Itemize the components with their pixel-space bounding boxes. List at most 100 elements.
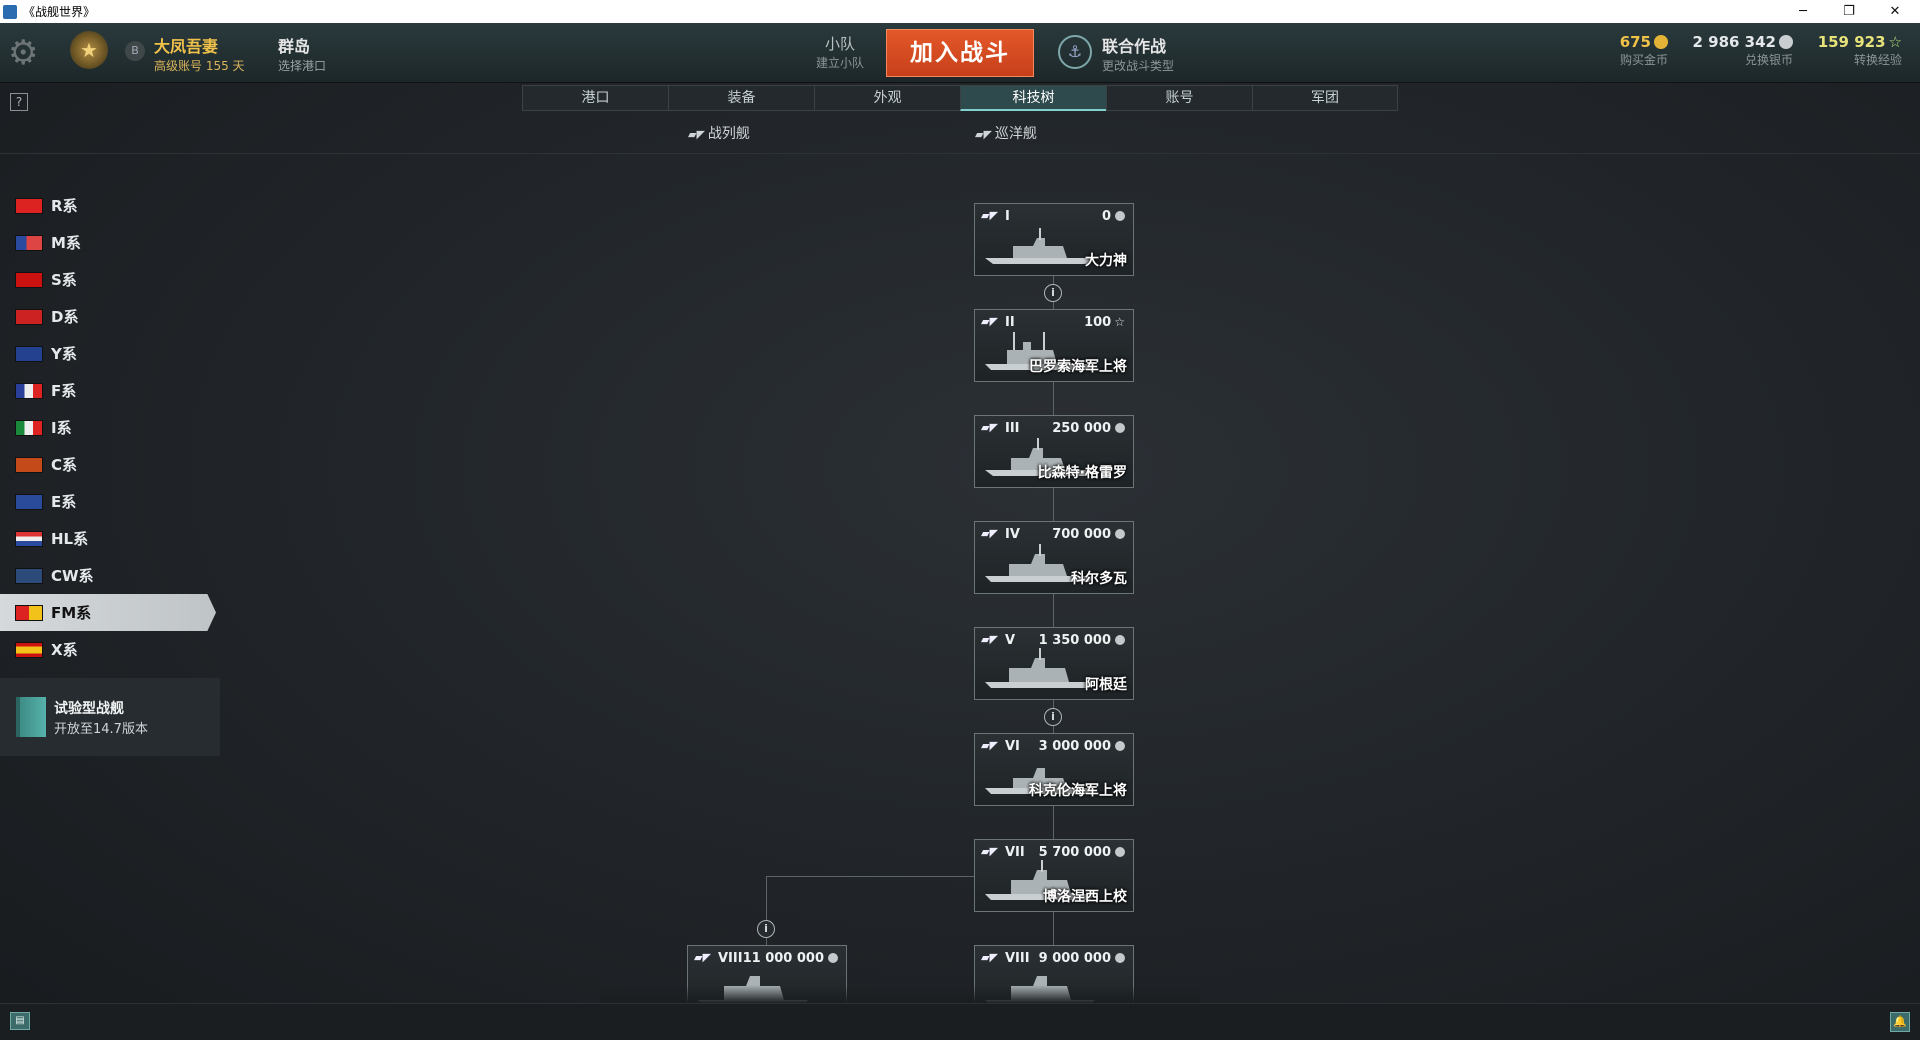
- ship-cost: 1 350 000: [1039, 633, 1125, 648]
- rank-emblem-icon[interactable]: ★: [70, 31, 108, 69]
- ship-tier: VI: [1005, 739, 1020, 754]
- nation-label: I系: [51, 419, 72, 437]
- nation-label: Y系: [51, 345, 77, 363]
- nation-e[interactable]: E系: [0, 483, 220, 520]
- chat-icon[interactable]: ▤: [10, 1012, 30, 1030]
- cruiser-class-icon: ▰◤: [981, 951, 998, 964]
- silver-currency[interactable]: 2 986 342 兑换银币: [1692, 33, 1793, 68]
- window-title: 《战舰世界》: [23, 5, 96, 19]
- tree-fade: [600, 985, 1200, 1003]
- nation-m[interactable]: M系: [0, 224, 220, 261]
- restore-icon[interactable]: ❐: [1826, 0, 1872, 23]
- tab-equipment[interactable]: 装备: [668, 85, 814, 111]
- cruiser-class-icon: ▰◤: [975, 128, 992, 141]
- squad-button[interactable]: 小队 建立小队: [800, 33, 880, 71]
- tab-clan[interactable]: 军团: [1252, 85, 1398, 111]
- nation-label: C系: [51, 456, 78, 474]
- nation-s[interactable]: S系: [0, 261, 220, 298]
- silver-coin-icon: [828, 953, 838, 963]
- settings-gear-icon[interactable]: ⚙: [8, 33, 48, 73]
- ship-tier: VIII: [1005, 951, 1030, 966]
- port-name: 群岛: [278, 37, 311, 56]
- nation-x[interactable]: X系: [0, 631, 220, 668]
- ship-card[interactable]: ▰◤ III 250 000 比森特·格雷罗: [974, 415, 1134, 488]
- nation-label: FM系: [51, 604, 92, 622]
- ship-name: 科克伦海军上将: [1029, 783, 1127, 799]
- spanish-flag-icon: [15, 641, 43, 658]
- premium-status: 高级账号 155 天: [154, 59, 245, 73]
- ship-cost: 100 ☆: [1084, 315, 1125, 330]
- ship-name: 阿根廷: [1085, 677, 1127, 693]
- info-icon[interactable]: i: [1044, 284, 1062, 302]
- nation-r[interactable]: R系: [0, 187, 220, 224]
- ship-name: 大力神: [1085, 253, 1127, 269]
- ship-card[interactable]: ▰◤ II 100 ☆ 巴罗索海军上将: [974, 309, 1134, 382]
- silver-coin-icon: [1115, 847, 1125, 857]
- game-header: ⚙ ★ B 大凤吾妻 高级账号 155 天 群岛 选择港口 小队 建立小队 加入…: [0, 23, 1920, 83]
- xp-label: 转换经验: [1853, 53, 1902, 67]
- tree-connector: [766, 876, 974, 877]
- gold-coin-icon: [1654, 35, 1668, 49]
- nation-label: R系: [51, 197, 78, 215]
- join-battle-button[interactable]: 加入战斗: [886, 29, 1034, 77]
- nation-hl[interactable]: HL系: [0, 520, 220, 557]
- squad-label: 小队: [824, 35, 855, 53]
- help-button[interactable]: ?: [10, 93, 28, 111]
- ship-card[interactable]: ▰◤ V 1 350 000 阿根廷: [974, 627, 1134, 700]
- ship-cost: 5 700 000: [1039, 845, 1125, 860]
- player-profile[interactable]: 大凤吾妻 高级账号 155 天: [154, 33, 245, 74]
- ship-name: 博洛涅西上校: [1043, 889, 1127, 905]
- port-selector[interactable]: 群岛 选择港口: [278, 33, 326, 74]
- ship-card[interactable]: ▰◤ VI 3 000 000 科克伦海军上将: [974, 733, 1134, 806]
- cost-value: 100: [1084, 315, 1112, 330]
- ship-tier: I: [1005, 209, 1010, 224]
- nation-label: CW系: [51, 567, 94, 585]
- nation-d[interactable]: D系: [0, 298, 220, 335]
- tab-exterior[interactable]: 外观: [814, 85, 960, 111]
- main-tabs: 港口 装备 外观 科技树 账号 军团: [522, 85, 1398, 111]
- cost-value: 250 000: [1052, 421, 1111, 436]
- silver-coin-icon: [1115, 423, 1125, 433]
- nation-f[interactable]: F系: [0, 372, 220, 409]
- nation-label: M系: [51, 234, 81, 252]
- nation-fm[interactable]: FM系: [0, 594, 216, 631]
- tab-profile[interactable]: 账号: [1106, 85, 1252, 111]
- free-xp-currency[interactable]: 159 923 ☆ 转换经验: [1818, 33, 1902, 68]
- silver-coin-icon: [1779, 35, 1793, 49]
- ship-card[interactable]: ▰◤ I 0 大力神: [974, 203, 1134, 276]
- tab-port[interactable]: 港口: [522, 85, 668, 111]
- nation-c[interactable]: C系: [0, 446, 220, 483]
- silver-coin-icon: [1115, 211, 1125, 221]
- ship-tier: III: [1005, 421, 1020, 436]
- battle-mode-selector[interactable]: 联合作战 更改战斗类型: [1102, 33, 1174, 74]
- minimize-icon[interactable]: ─: [1780, 0, 1826, 23]
- nation-y[interactable]: Y系: [0, 335, 220, 372]
- gold-currency[interactable]: 675 购买金币: [1620, 33, 1668, 68]
- cruiser-class-label: 巡洋舰: [994, 126, 1037, 142]
- xp-value: 159 923: [1817, 33, 1886, 51]
- cost-value: 11 000 000: [742, 951, 824, 966]
- nation-label: F系: [51, 382, 77, 400]
- nation-cw[interactable]: CW系: [0, 557, 220, 594]
- test-ships-panel[interactable]: 试验型战舰 开放至14.7版本: [0, 678, 220, 756]
- info-icon[interactable]: i: [757, 920, 775, 938]
- cruiser-class-tab[interactable]: ▰◤ 巡洋舰: [975, 123, 1037, 143]
- player-name: 大凤吾妻: [154, 37, 219, 56]
- battleship-class-tab[interactable]: ▰◤ 战列舰: [688, 123, 750, 143]
- cruiser-class-icon: ▰◤: [981, 421, 998, 434]
- ship-name: 比森特·格雷罗: [1037, 465, 1127, 481]
- dutch-flag-icon: [15, 530, 43, 547]
- battleship-class-icon: ▰◤: [688, 128, 705, 141]
- nation-i[interactable]: I系: [0, 409, 220, 446]
- ship-card[interactable]: ▰◤ VII 5 700 000 博洛涅西上校: [974, 839, 1134, 912]
- us-flag-icon: [15, 234, 43, 251]
- info-icon[interactable]: i: [1044, 708, 1062, 726]
- bell-icon[interactable]: 🔔: [1890, 1012, 1910, 1032]
- battle-mode-icon[interactable]: ⚓: [1058, 35, 1092, 69]
- nation-label: E系: [51, 493, 77, 511]
- tab-tech-tree[interactable]: 科技树: [960, 85, 1106, 111]
- cost-value: 700 000: [1052, 527, 1111, 542]
- close-icon[interactable]: ✕: [1872, 0, 1918, 23]
- ship-name: 科尔多瓦: [1071, 571, 1127, 587]
- ship-card[interactable]: ▰◤ IV 700 000 科尔多瓦: [974, 521, 1134, 594]
